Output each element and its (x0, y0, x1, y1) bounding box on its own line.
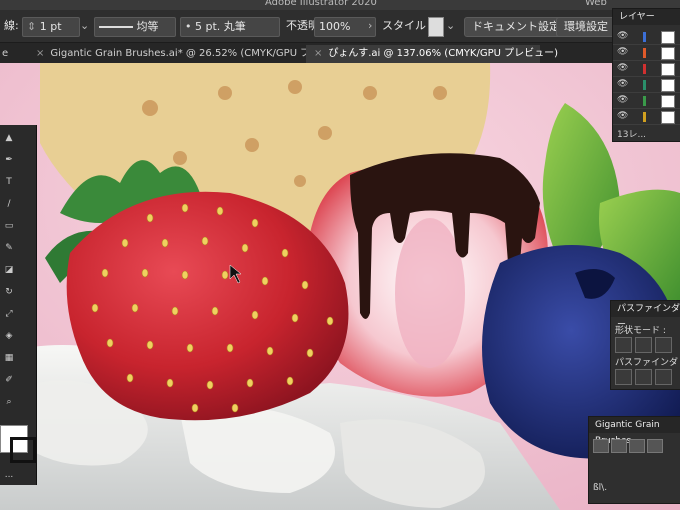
layer-color-bar (643, 96, 646, 106)
chevron-down-icon[interactable]: ⌄ (80, 17, 89, 35)
close-icon[interactable]: × (36, 48, 44, 59)
minus-front-button[interactable] (635, 337, 652, 353)
brush-swatch[interactable] (629, 439, 645, 453)
document-setup-button[interactable]: ドキュメント設定 (464, 17, 568, 37)
tab-partial[interactable]: e (0, 45, 8, 63)
stroke-label: 線: (4, 19, 19, 32)
unite-button[interactable] (615, 337, 632, 353)
chevron-down-icon[interactable]: ⌄ (446, 17, 455, 35)
zoom-tool-icon[interactable]: ⌕ (4, 397, 14, 407)
shape-modes-label: 形状モード : (615, 326, 666, 336)
layer-thumbnail (661, 95, 675, 108)
layer-row[interactable]: 👁 (613, 29, 680, 45)
style-swatch[interactable] (428, 17, 444, 37)
trim-button[interactable] (635, 369, 652, 385)
document-tabs: e × Gigantic Grain Brushes.ai* @ 26.52% (… (0, 43, 680, 63)
dot-icon: • (185, 20, 195, 33)
app-title: Adobe Illustrator 2020 (265, 0, 377, 8)
eye-icon[interactable]: 👁 (617, 63, 628, 73)
opacity-field[interactable]: 100% (314, 17, 376, 37)
eye-icon[interactable]: 👁 (617, 95, 628, 105)
title-bar: Adobe Illustrator 2020 Web (0, 0, 680, 10)
variable-width-profile[interactable]: 均等 (94, 17, 176, 37)
layer-row[interactable]: 👁 (613, 61, 680, 77)
artboard-canvas[interactable] (0, 63, 680, 510)
layer-color-bar (643, 112, 646, 122)
rotate-tool-icon[interactable]: ↻ (4, 287, 14, 297)
shape-builder-icon[interactable]: ◈ (4, 331, 14, 341)
line-tool-icon[interactable]: / (4, 199, 14, 209)
more-tools[interactable]: ... (4, 470, 14, 480)
pathfinder-title: パスファインダー (611, 301, 680, 330)
gradient-tool-icon[interactable]: ▦ (4, 353, 14, 363)
eye-icon[interactable]: 👁 (617, 47, 628, 57)
brush-swatch[interactable] (647, 439, 663, 453)
stroke-weight-value: 1 pt (39, 20, 62, 33)
rectangle-tool-icon[interactable]: ▭ (4, 221, 14, 231)
layer-row[interactable]: 👁 (613, 109, 680, 125)
layer-color-bar (643, 32, 646, 42)
eye-icon[interactable]: 👁 (617, 79, 628, 89)
layer-color-bar (643, 80, 646, 90)
layer-color-bar (643, 64, 646, 74)
layers-panel-title: レイヤー (613, 9, 680, 25)
layer-color-bar (643, 48, 646, 58)
chevron-right-icon[interactable]: › (368, 17, 372, 35)
tab-document-1[interactable]: × Gigantic Grain Brushes.ai* @ 26.52% (CM… (28, 45, 354, 63)
brush-swatch[interactable] (593, 439, 609, 453)
type-tool-icon[interactable]: T (4, 177, 14, 187)
eraser-tool-icon[interactable]: ◪ (4, 265, 14, 275)
style-label: スタイル : (382, 19, 434, 32)
pen-tool-icon[interactable]: ✒ (4, 155, 14, 165)
brush-definition[interactable]: • 5 pt. 丸筆 (180, 17, 280, 37)
stroke-weight-field[interactable]: ⇕ 1 pt (22, 17, 80, 37)
intersect-button[interactable] (655, 337, 672, 353)
close-icon[interactable]: × (314, 48, 322, 59)
tools-panel: ▲ ✒ T / ▭ ✎ ◪ ↻ ⤢ ◈ ▦ ✐ ⌕ ... (0, 125, 37, 485)
layer-thumbnail (661, 79, 675, 92)
eye-icon[interactable]: 👁 (617, 31, 628, 41)
selection-tool-icon[interactable]: ▲ (4, 133, 14, 143)
layer-thumbnail (661, 31, 675, 44)
layer-row[interactable]: 👁 (613, 93, 680, 109)
layer-row[interactable]: 👁 (613, 45, 680, 61)
brushes-footer[interactable]: ßl\. (593, 483, 607, 493)
profile-label: 均等 (136, 20, 159, 33)
pathfinder-panel: パスファインダー 形状モード : パスファインダー : (610, 300, 680, 390)
layer-thumbnail (661, 63, 675, 76)
divide-button[interactable] (615, 369, 632, 385)
eye-icon[interactable]: 👁 (617, 111, 628, 121)
brushes-title: Gigantic Grain Brushes (589, 417, 680, 446)
control-bar: 線: ⇕ 1 pt ⌄ 均等 • 5 pt. 丸筆 不透明度 : 100% › … (0, 10, 680, 43)
tab-document-2[interactable]: × ぴょんす.ai @ 137.06% (CMYK/GPU プレビュー) (306, 45, 558, 63)
stepper-icon[interactable]: ⇕ (27, 20, 40, 33)
layers-panel: レイヤー 👁 👁 👁 👁 👁 👁 13レ... (612, 8, 680, 142)
brush-label: 5 pt. 丸筆 (195, 20, 246, 33)
paintbrush-tool-icon[interactable]: ✎ (4, 243, 14, 253)
layer-thumbnail (661, 47, 675, 60)
layer-count: 13レ... (617, 130, 647, 140)
brushes-panel: Gigantic Grain Brushes ßl\. (588, 416, 680, 504)
brush-swatch[interactable] (611, 439, 627, 453)
line-icon (99, 26, 133, 28)
stroke-swatch[interactable] (10, 437, 36, 463)
layer-row[interactable]: 👁 (613, 77, 680, 93)
workspace-switcher[interactable]: Web (585, 0, 607, 8)
scale-tool-icon[interactable]: ⤢ (4, 309, 14, 319)
layer-thumbnail (661, 111, 675, 124)
tab-label: ぴょんす.ai @ 137.06% (CMYK/GPU プレビュー) (328, 48, 559, 59)
eyedropper-tool-icon[interactable]: ✐ (4, 375, 14, 385)
merge-button[interactable] (655, 369, 672, 385)
preferences-button[interactable]: 環境設定 (556, 17, 616, 37)
